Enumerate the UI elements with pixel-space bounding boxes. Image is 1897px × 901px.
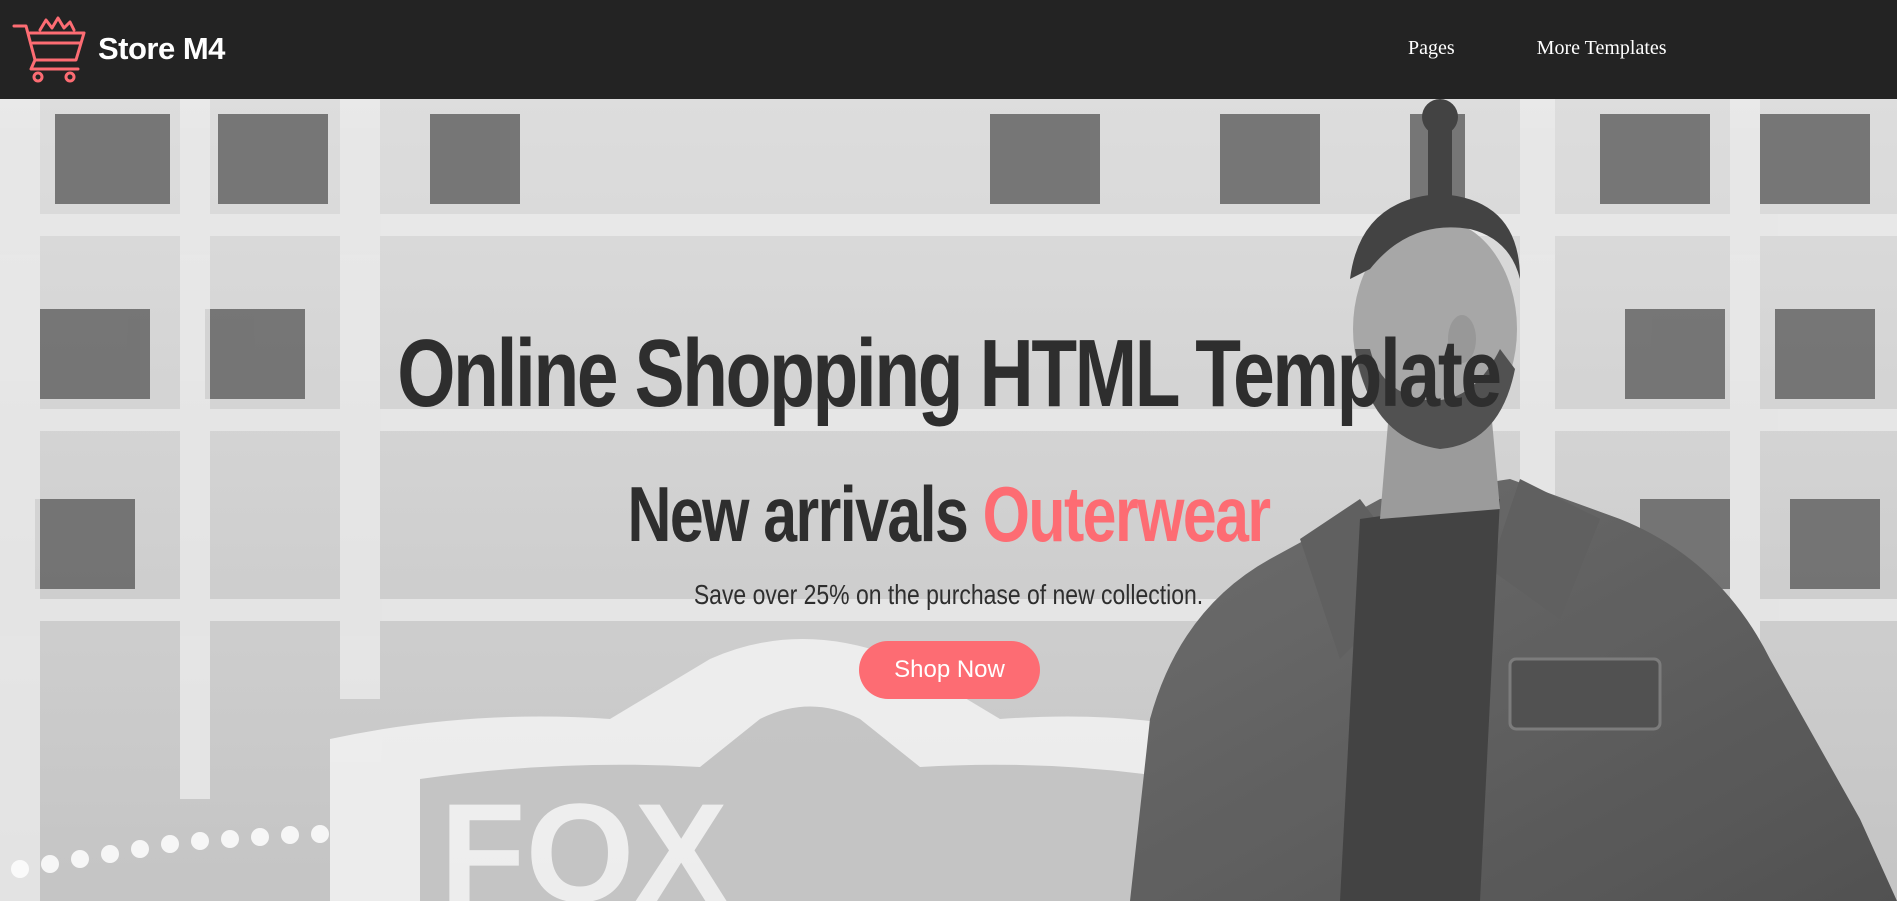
hero-section: FOX Online Shopping HTML Template New ar… xyxy=(0,99,1897,901)
hero-content: Online Shopping HTML Template New arriva… xyxy=(0,99,1897,901)
brand-name: Store M4 xyxy=(98,31,225,66)
hero-subtitle-highlight: Outerwear xyxy=(982,470,1271,558)
nav-item-pages[interactable]: Pages xyxy=(1408,37,1455,60)
nav-item-more-templates[interactable]: More Templates xyxy=(1537,37,1667,60)
nav-menu: Pages More Templates xyxy=(1408,37,1667,60)
hero-title: Online Shopping HTML Template xyxy=(397,320,1502,427)
hero-subtitle: New arrivals Outerwear xyxy=(209,469,1689,560)
shop-now-button[interactable]: Shop Now xyxy=(859,641,1040,699)
brand-link[interactable]: Store M4 xyxy=(12,14,225,84)
navbar: Store M4 Pages More Templates xyxy=(0,0,1897,99)
shopping-cart-icon xyxy=(12,16,86,83)
hero-subtitle-prefix: New arrivals xyxy=(627,470,968,558)
hero-promo-text: Save over 25% on the purchase of new col… xyxy=(693,579,1204,610)
